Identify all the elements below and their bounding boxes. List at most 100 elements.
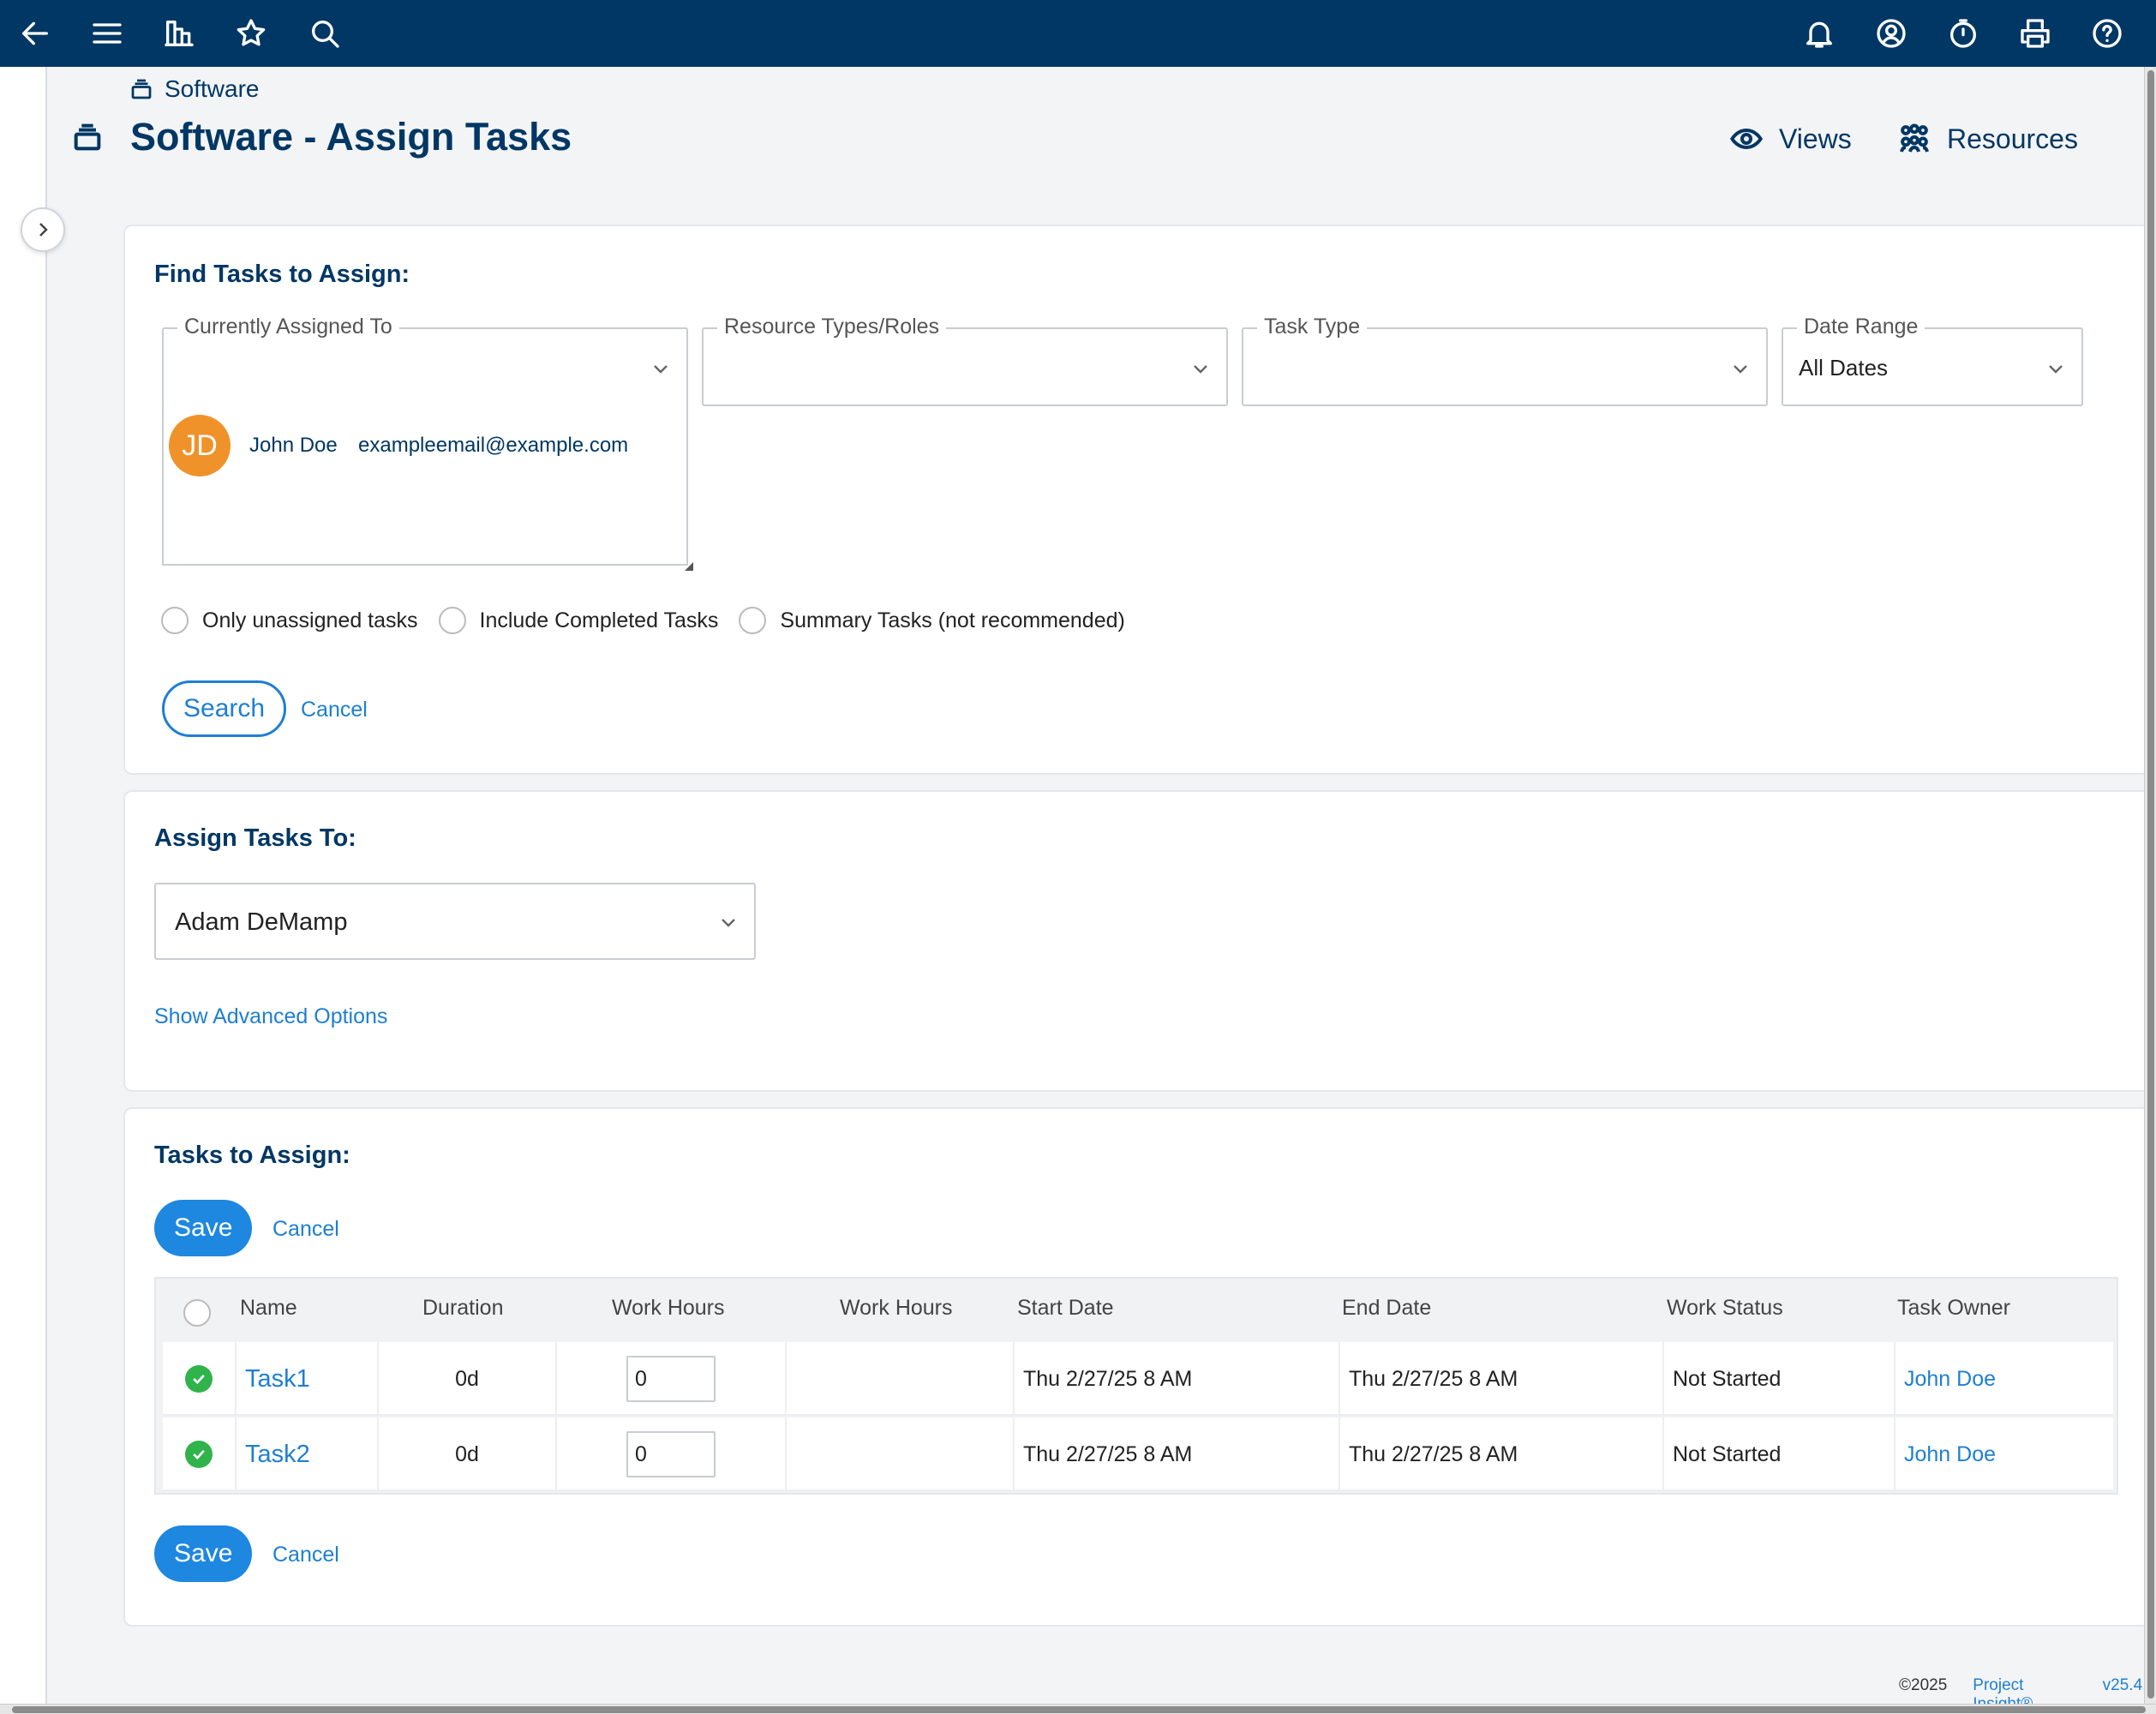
chevron-down-icon: [1190, 358, 1211, 379]
assigned-users-list: JD John Doe exampleemail@example.com: [162, 405, 693, 571]
column-header-start-date[interactable]: Start Date: [1017, 1296, 1114, 1321]
eye-icon: [1730, 128, 1763, 150]
avatar: JD: [169, 415, 231, 476]
start-date-cell: Thu 2/27/25 8 AM: [1015, 1417, 1340, 1491]
task-owner-cell: John Doe: [1895, 1342, 2113, 1416]
work-hours-2-cell: [787, 1417, 1015, 1491]
show-advanced-options-link[interactable]: Show Advanced Options: [154, 1004, 387, 1029]
resize-handle[interactable]: [685, 562, 693, 571]
summary-tasks-radio[interactable]: [739, 607, 767, 634]
tasks-table: Name Duration Work Hours Work Hours Star…: [154, 1277, 2118, 1495]
include-completed-radio[interactable]: [438, 607, 466, 634]
horizontal-scrollbar-thumb[interactable]: [12, 1706, 2146, 1713]
checkmark-icon: [185, 1441, 213, 1468]
column-header-work-status[interactable]: Work Status: [1667, 1296, 1783, 1321]
help-icon[interactable]: [2087, 14, 2127, 53]
back-arrow-icon[interactable]: [15, 14, 55, 53]
find-tasks-title: Find Tasks to Assign:: [154, 261, 410, 288]
only-unassigned-label: Only unassigned tasks: [202, 608, 418, 632]
horizontal-scrollbar[interactable]: [0, 1704, 2156, 1714]
work-status-cell: Not Started: [1664, 1342, 1895, 1416]
table-row[interactable]: Task1 0d 0 Thu 2/27/25 8 AM Thu 2/27/25 …: [163, 1342, 2113, 1416]
menu-icon[interactable]: [87, 14, 127, 53]
chevron-down-icon: [650, 358, 671, 379]
assigned-user-name: John Doe: [249, 434, 338, 457]
views-button[interactable]: Views: [1729, 122, 1852, 156]
people-group-icon: [1900, 123, 1929, 153]
tasks-cancel-link[interactable]: Cancel: [272, 1217, 339, 1242]
task-name-cell: Task1: [237, 1342, 379, 1416]
column-header-work-hours[interactable]: Work Hours: [612, 1296, 725, 1321]
column-header-task-owner[interactable]: Task Owner: [1897, 1296, 2010, 1321]
row-select-cell[interactable]: [163, 1342, 237, 1416]
select-all-checkbox[interactable]: [183, 1299, 211, 1327]
summary-tasks-label: Summary Tasks (not recommended): [780, 608, 1125, 632]
tasks-cancel-link-bottom[interactable]: Cancel: [272, 1543, 339, 1567]
end-date-cell: Thu 2/27/25 8 AM: [1340, 1417, 1664, 1491]
date-range-field[interactable]: Date Range All Dates: [1782, 315, 2083, 406]
work-hours-2-cell: [787, 1342, 1015, 1416]
task-type-field[interactable]: Task Type: [1242, 315, 1768, 406]
user-account-icon[interactable]: [1872, 14, 1911, 53]
vertical-scrollbar[interactable]: [2144, 67, 2156, 1704]
task-type-label: Task Type: [1257, 315, 1368, 339]
breadcrumb[interactable]: Software: [129, 75, 260, 103]
work-hours-input[interactable]: 0: [626, 1431, 716, 1477]
resources-button[interactable]: Resources: [1897, 122, 2078, 156]
row-select-cell[interactable]: [163, 1417, 237, 1491]
assigned-to-label: Currently Assigned To: [177, 315, 399, 339]
table-row[interactable]: Task2 0d 0 Thu 2/27/25 8 AM Thu 2/27/25 …: [163, 1417, 2113, 1491]
views-label: Views: [1779, 123, 1852, 154]
date-range-value: All Dates: [1799, 355, 1889, 381]
duration-cell: 0d: [379, 1342, 557, 1416]
start-date-cell: Thu 2/27/25 8 AM: [1015, 1342, 1340, 1416]
assign-tasks-title: Assign Tasks To:: [154, 824, 356, 852]
dashboard-icon[interactable]: [159, 14, 199, 53]
chevron-down-icon: [718, 912, 739, 932]
top-navigation-bar: [0, 0, 2156, 67]
save-button[interactable]: Save: [154, 1200, 253, 1256]
search-icon[interactable]: [305, 14, 344, 53]
assign-tasks-card: Assign Tasks To: Adam DeMamp Show Advanc…: [123, 790, 2156, 1092]
assignee-value: Adam DeMamp: [175, 908, 348, 936]
expand-sidebar-button[interactable]: [21, 207, 65, 252]
task-name-link[interactable]: Task1: [245, 1365, 310, 1393]
column-header-work-hours-2[interactable]: Work Hours: [840, 1296, 953, 1321]
left-sidebar-rail: [0, 67, 47, 1704]
timer-icon[interactable]: [1943, 14, 1983, 53]
task-owner-link[interactable]: John Doe: [1904, 1367, 1996, 1392]
print-icon[interactable]: [2015, 14, 2055, 53]
find-cancel-link[interactable]: Cancel: [301, 698, 368, 722]
find-tasks-card: Find Tasks to Assign: Currently Assigned…: [123, 225, 2156, 775]
save-button-bottom[interactable]: Save: [154, 1525, 253, 1582]
duration-cell: 0d: [379, 1417, 557, 1491]
work-hours-input[interactable]: 0: [626, 1356, 716, 1402]
work-status-cell: Not Started: [1664, 1417, 1895, 1491]
column-header-end-date[interactable]: End Date: [1342, 1296, 1431, 1321]
task-owner-link[interactable]: John Doe: [1904, 1442, 1996, 1467]
only-unassigned-radio[interactable]: [161, 607, 189, 634]
task-name-cell: Task2: [237, 1417, 379, 1491]
assigned-to-field[interactable]: Currently Assigned To: [162, 315, 688, 406]
resource-types-label: Resource Types/Roles: [717, 315, 947, 339]
assigned-user-email: exampleemail@example.com: [358, 434, 629, 457]
vertical-scrollbar-thumb[interactable]: [2147, 70, 2154, 1699]
chevron-down-icon: [2045, 358, 2066, 379]
column-header-duration[interactable]: Duration: [422, 1296, 504, 1321]
assignee-select[interactable]: Adam DeMamp: [154, 883, 756, 960]
search-options: Only unassigned tasks Include Completed …: [161, 607, 1146, 634]
tasks-title: Tasks to Assign:: [154, 1142, 350, 1169]
date-range-label: Date Range: [1797, 315, 1925, 339]
task-name-link[interactable]: Task2: [245, 1441, 310, 1469]
resource-types-field[interactable]: Resource Types/Roles: [702, 315, 1228, 406]
column-header-name[interactable]: Name: [240, 1296, 297, 1321]
project-stack-icon: [70, 120, 105, 154]
work-hours-cell: 0: [557, 1417, 787, 1491]
project-stack-icon: [131, 79, 152, 99]
bell-icon[interactable]: [1800, 14, 1839, 53]
search-button[interactable]: Search: [162, 680, 287, 737]
end-date-cell: Thu 2/27/25 8 AM: [1340, 1342, 1664, 1416]
star-icon[interactable]: [231, 14, 271, 53]
resources-label: Resources: [1947, 123, 2078, 154]
tasks-to-assign-card: Tasks to Assign: Save Cancel Name Durati…: [123, 1107, 2156, 1627]
